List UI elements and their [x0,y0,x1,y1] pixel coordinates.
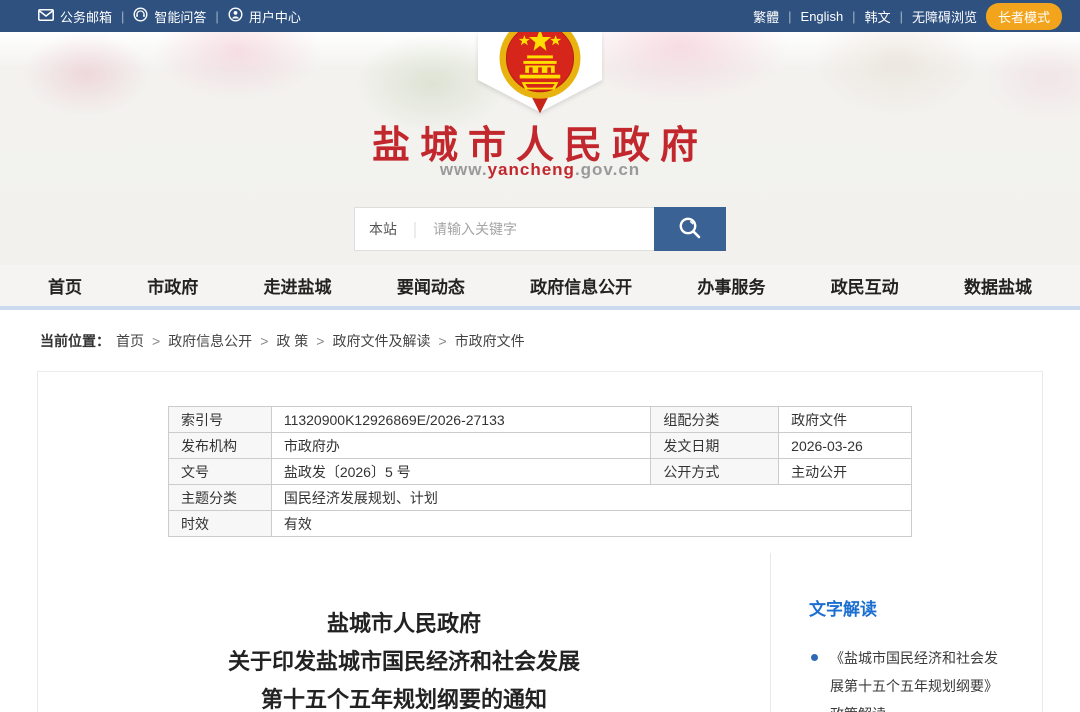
top-utility-bar: 公务邮箱 | 智能问答 | 用户中心 繁體 | English | 韩文 | 无… [0,0,1080,32]
table-row: 时效 有效 [168,510,913,537]
search-scope-selector[interactable]: 本站 [369,219,397,239]
lang-english-link[interactable]: English [801,9,844,24]
breadcrumb-separator: > [152,332,161,349]
meta-index-label: 索引号 [168,406,272,433]
meta-index-value: 11320900K12926869E/2026-27133 [270,406,652,433]
smart-qa-label: 智能问答 [154,9,207,25]
table-row: 发布机构 市政府办 发文日期 2026-03-26 [168,432,912,459]
topbar-left-group: 公务邮箱 | 智能问答 | 用户中心 [38,7,301,26]
site-search: 本站 ｜ 请输入关键字 [354,207,726,251]
sidebar-heading: 文字解读 [809,600,877,619]
nav-item-news[interactable]: 要闻动态 [397,273,465,298]
topbar-separator: | [899,8,903,24]
bullet-dot-icon [811,654,818,661]
breadcrumb-city-gov-docs[interactable]: 市政府文件 [455,331,525,351]
breadcrumb-home[interactable]: 首页 [116,331,144,351]
interpretation-sidebar: 文字解读 《盐城市国民经济和社会发展第十五个五年规划纲要》政策解读 [770,553,1042,712]
url-suffix: .gov.cn [574,160,641,179]
meta-topic-value: 国民经济发展规划、计划 [270,484,913,511]
document-title-line: 第十五个五年规划纲要的通知 [260,687,547,712]
meta-validity-value: 有效 [270,510,913,537]
search-scope-divider: ｜ [407,223,424,240]
emblem-badge [478,17,602,114]
breadcrumb-label: 当前位置： [40,332,110,349]
meta-agency-label: 发布机构 [168,432,272,459]
accessibility-link[interactable]: 无障碍浏览 [912,7,977,26]
lang-korean-link[interactable]: 韩文 [865,7,891,26]
robot-qa-icon [133,7,148,25]
topbar-separator: | [215,8,219,24]
nav-item-info-disclosure[interactable]: 政府信息公开 [530,273,632,298]
url-prefix: www. [439,160,488,179]
search-button[interactable] [654,207,726,251]
breadcrumb: 当前位置： 首页 > 政府信息公开 > 政 策 > 政府文件及解读 > 市政府文… [0,310,1080,371]
meta-date-label: 发文日期 [650,432,780,459]
main-nav: 首页 市政府 走进盐城 要闻动态 政府信息公开 办事服务 政民互动 数据盐城 [0,265,1080,310]
official-mail-link[interactable]: 公务邮箱 [38,7,112,26]
official-mail-label: 公务邮箱 [60,9,113,25]
topbar-separator: | [788,8,792,24]
smart-qa-link[interactable]: 智能问答 [133,7,206,26]
meta-mode-value: 主动公开 [778,458,912,485]
meta-agency-value: 市政府办 [270,432,652,459]
meta-date-value: 2026-03-26 [778,432,912,459]
sidebar-interpretation-link[interactable]: 《盐城市国民经济和社会发展第十五个五年规划纲要》政策解读 [809,644,1022,712]
nav-item-services[interactable]: 办事服务 [697,273,765,298]
search-placeholder: 请输入关键字 [433,221,518,237]
sidebar-item-label: 《盐城市国民经济和社会发展第十五个五年规划纲要》政策解读 [830,650,998,712]
document-card: 索引号 11320900K12926869E/2026-27133 组配分类 政… [37,371,1043,712]
meta-mode-label: 公开方式 [650,458,780,485]
breadcrumb-separator: > [316,332,325,349]
meta-category-value: 政府文件 [778,406,912,433]
nav-item-city-gov[interactable]: 市政府 [147,273,198,298]
meta-topic-label: 主题分类 [168,484,272,511]
user-icon [228,7,243,25]
breadcrumb-separator: > [438,332,447,349]
nav-item-data[interactable]: 数据盐城 [964,273,1032,298]
search-icon [677,215,703,244]
site-header: 盐城市人民政府 www.yancheng.gov.cn 本站 ｜ 请输入关键字 [0,17,1080,265]
document-title-line: 关于印发盐城市国民经济和社会发展 [227,649,580,674]
topbar-separator: | [852,8,856,24]
table-row: 文号 盐政发〔2026〕5 号 公开方式 主动公开 [168,458,912,485]
nav-item-about-yancheng[interactable]: 走进盐城 [264,273,332,298]
topbar-right-group: 繁體 | English | 韩文 | 无障碍浏览 长者模式 [753,2,1062,30]
document-title: 盐城市人民政府 关于印发盐城市国民经济和社会发展 第十五个五年规划纲要的通知 [38,605,770,712]
meta-category-label: 组配分类 [650,406,780,433]
search-input[interactable]: 本站 ｜ 请输入关键字 [354,207,654,251]
nav-item-home[interactable]: 首页 [48,273,82,298]
elder-mode-button[interactable]: 长者模式 [985,2,1062,30]
lang-traditional-link[interactable]: 繁體 [753,7,779,26]
url-highlight: yancheng [487,160,575,179]
table-row: 主题分类 国民经济发展规划、计划 [168,484,913,511]
breadcrumb-policy[interactable]: 政 策 [276,331,308,351]
breadcrumb-info-disclosure[interactable]: 政府信息公开 [168,331,252,351]
user-center-label: 用户中心 [248,9,301,25]
content-row: 盐城市人民政府 关于印发盐城市国民经济和社会发展 第十五个五年规划纲要的通知 文… [38,553,1042,712]
document-title-line: 盐城市人民政府 [326,611,481,636]
document-meta-table: 索引号 11320900K12926869E/2026-27133 组配分类 政… [168,406,913,537]
breadcrumb-gov-docs-interpretation[interactable]: 政府文件及解读 [332,331,430,351]
table-row: 索引号 11320900K12926869E/2026-27133 组配分类 政… [168,406,912,433]
breadcrumb-separator: > [260,332,269,349]
meta-docno-label: 文号 [168,458,272,485]
mail-icon [38,8,54,24]
topbar-separator: | [121,8,125,24]
meta-validity-label: 时效 [168,510,272,537]
user-center-link[interactable]: 用户中心 [228,7,301,26]
site-url: www.yancheng.gov.cn [0,160,1080,180]
document-body-area: 盐城市人民政府 关于印发盐城市国民经济和社会发展 第十五个五年规划纲要的通知 [38,553,770,712]
meta-docno-value: 盐政发〔2026〕5 号 [270,458,652,485]
nav-item-interaction[interactable]: 政民互动 [831,273,899,298]
